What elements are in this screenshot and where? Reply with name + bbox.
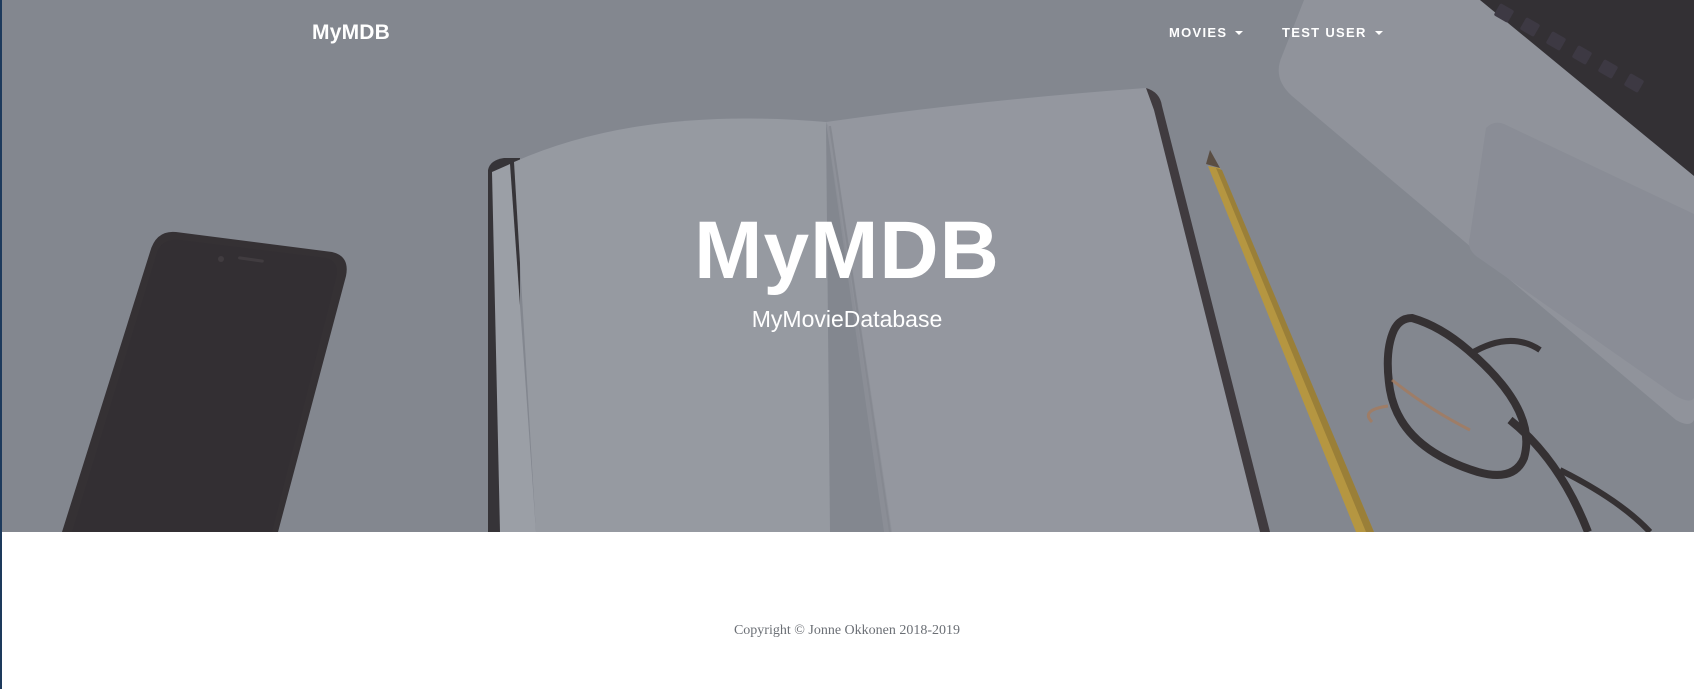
caret-down-icon — [1374, 31, 1383, 35]
user-dropdown-toggle[interactable]: Test User — [1282, 25, 1383, 40]
main-navbar: MyMDB Movies Test User — [0, 0, 1694, 66]
masthead: MyMDB Movies Test User MyMDB MyMovieData… — [0, 0, 1694, 532]
movies-dropdown-toggle[interactable]: Movies — [1169, 25, 1244, 40]
brand-logo-link[interactable]: MyMDB — [312, 21, 390, 45]
user-nav-label: Test User — [1282, 25, 1367, 40]
hero-heading: MyMDB — [694, 205, 1000, 296]
caret-down-icon — [1235, 31, 1244, 35]
hero-subheading: MyMovieDatabase — [751, 306, 943, 332]
window-left-border — [0, 0, 2, 689]
copyright-text: Copyright © Jonne Okkonen 2018-2019 — [733, 623, 961, 638]
movies-nav-label: Movies — [1169, 25, 1228, 40]
page-footer — [0, 532, 1694, 689]
